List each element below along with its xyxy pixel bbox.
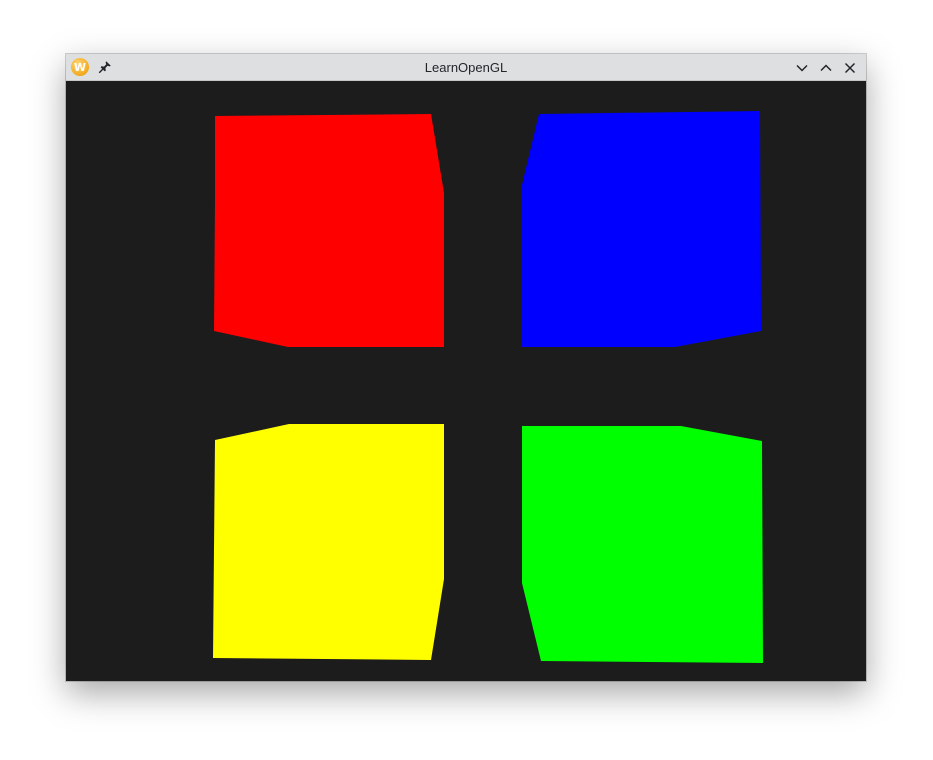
title-bar[interactable]: W LearnOpenGL [66, 54, 866, 81]
blue-quad [521, 111, 761, 347]
green-quad [522, 426, 763, 663]
minimize-button[interactable] [792, 58, 812, 78]
close-icon [844, 62, 856, 74]
maximize-button[interactable] [816, 58, 836, 78]
render-canvas [213, 111, 763, 663]
red-quad [214, 114, 444, 347]
window-title: LearnOpenGL [424, 60, 508, 75]
chevron-up-icon [820, 64, 832, 72]
close-button[interactable] [840, 58, 860, 78]
yellow-quad [213, 424, 444, 660]
opengl-viewport[interactable] [66, 81, 866, 681]
chevron-down-icon [796, 64, 808, 72]
app-window: W LearnOpenGL [66, 54, 866, 681]
